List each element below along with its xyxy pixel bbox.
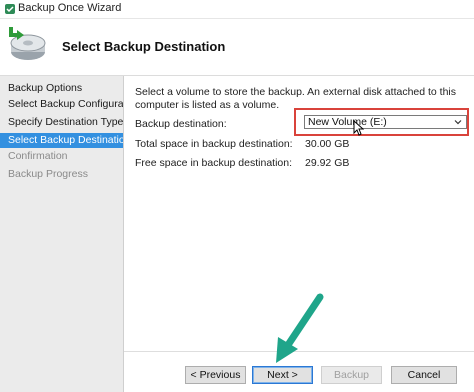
free-space-label: Free space in backup destination: bbox=[135, 157, 293, 169]
step-confirmation: Confirmation bbox=[8, 150, 68, 162]
title-bar: Backup Once Wizard bbox=[0, 0, 474, 19]
page-title: Select Backup Destination bbox=[62, 39, 226, 54]
mouse-cursor-icon bbox=[353, 120, 364, 136]
cancel-button[interactable]: Cancel bbox=[391, 366, 457, 384]
chevron-down-icon bbox=[454, 120, 462, 125]
next-button[interactable]: Next > bbox=[252, 366, 313, 384]
backup-app-icon bbox=[5, 4, 15, 14]
step-specify-destination-type[interactable]: Specify Destination Type bbox=[0, 115, 123, 130]
step-select-backup-destination[interactable]: Select Backup Destination bbox=[0, 133, 123, 148]
wizard-steps-sidebar: Backup Options Select Backup Configurat.… bbox=[0, 76, 124, 392]
step-select-backup-configuration[interactable]: Select Backup Configurat... bbox=[0, 97, 123, 112]
step-backup-options[interactable]: Backup Options bbox=[0, 81, 123, 96]
step-backup-progress: Backup Progress bbox=[8, 168, 88, 180]
total-space-label: Total space in backup destination: bbox=[135, 138, 293, 150]
previous-button[interactable]: < Previous bbox=[185, 366, 246, 384]
total-space-value: 30.00 GB bbox=[305, 138, 350, 150]
backup-destination-dropdown[interactable]: New Volume (E:) bbox=[304, 115, 467, 129]
backup-destination-value: New Volume (E:) bbox=[308, 116, 387, 128]
backup-button: Backup bbox=[321, 366, 382, 384]
wizard-header: Select Backup Destination bbox=[0, 19, 474, 76]
annotation-arrow-icon bbox=[276, 293, 324, 363]
free-space-value: 29.92 GB bbox=[305, 157, 350, 169]
window-title: Backup Once Wizard bbox=[18, 2, 122, 14]
backup-drive-icon bbox=[9, 27, 46, 60]
backup-destination-label: Backup destination: bbox=[135, 118, 227, 130]
